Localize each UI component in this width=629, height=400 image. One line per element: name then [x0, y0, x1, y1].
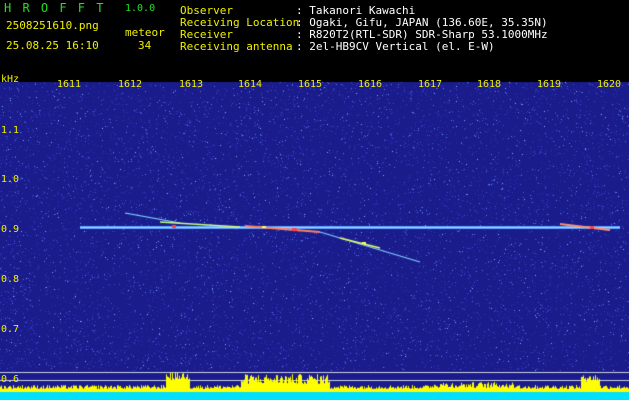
x-tick-1617: 1617: [418, 79, 443, 90]
x-tick-1612: 1612: [118, 79, 143, 90]
spectrogram-canvas: [0, 76, 629, 400]
y-tick-0-7: 0.7: [1, 324, 20, 335]
date-time: 25.08.25 16:10: [6, 39, 99, 52]
y-tick-0-6: 0.6: [1, 374, 20, 385]
y-tick-0-9: 0.9: [1, 224, 20, 235]
x-tick-1611: 1611: [57, 79, 82, 90]
meteor-count: 34: [138, 39, 152, 52]
file-name: 2508251610.png: [6, 19, 99, 32]
antenna-value: : 2el-HB9CV Vertical (el. E-W): [296, 40, 495, 53]
x-tick-1616: 1616: [358, 79, 383, 90]
x-tick-1619: 1619: [537, 79, 562, 90]
y-axis-unit: kHz: [1, 74, 20, 85]
antenna-label: Receiving antenna: [180, 40, 293, 53]
y-tick-1-0: 1.0: [1, 174, 20, 185]
x-tick-1620: 1620: [597, 79, 622, 90]
header-panel: H R O F F T 1.0.0 2508251610.png meteor …: [0, 0, 629, 76]
y-tick-1-1: 1.1: [1, 125, 20, 136]
app-name: H R O F F T: [4, 1, 106, 15]
app-version: 1.0.0: [125, 3, 156, 14]
x-tick-1614: 1614: [238, 79, 263, 90]
y-tick-0-8: 0.8: [1, 274, 20, 285]
x-tick-1618: 1618: [477, 79, 502, 90]
x-tick-1613: 1613: [179, 79, 204, 90]
x-tick-1615: 1615: [298, 79, 323, 90]
meteor-label: meteor: [125, 26, 165, 39]
